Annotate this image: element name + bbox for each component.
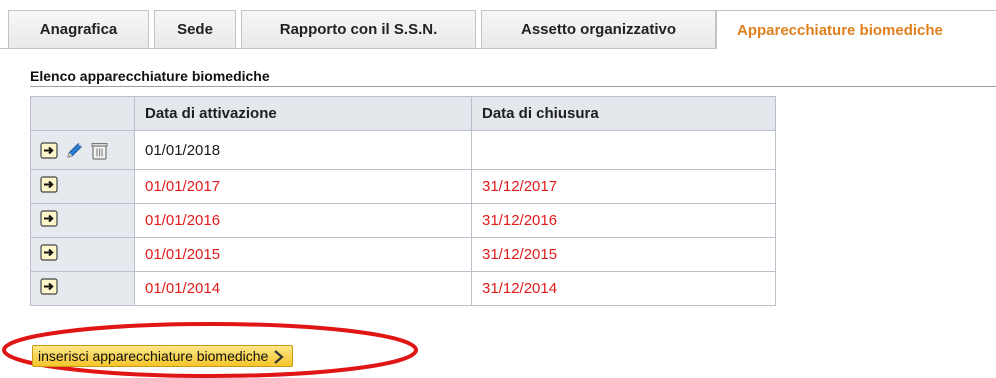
table-row: 01/01/2014 31/12/2014: [30, 271, 776, 306]
insert-equipment-button[interactable]: inserisci apparecchiature biomediche: [32, 345, 294, 367]
table-row: 01/01/2015 31/12/2015: [30, 237, 776, 272]
activation-date-cell: 01/01/2017: [134, 169, 472, 204]
edit-pencil-icon[interactable]: [64, 140, 85, 161]
row-actions: [30, 237, 135, 272]
detail-icon[interactable]: [39, 140, 60, 161]
table-header-row: Data di attivazione Data di chiusura: [30, 96, 776, 131]
tab-anagrafica[interactable]: Anagrafica: [8, 10, 149, 48]
column-header-closure-date: Data di chiusura: [471, 96, 776, 131]
tab-assetto-organizzativo[interactable]: Assetto organizzativo: [481, 10, 716, 48]
column-header-actions: [30, 96, 135, 131]
tab-apparecchiature-biomediche[interactable]: Apparecchiature biomediche: [716, 10, 996, 49]
row-actions: [30, 130, 135, 170]
detail-icon[interactable]: [39, 242, 60, 263]
activation-date-cell: 01/01/2018: [134, 130, 472, 170]
closure-date-cell: 31/12/2014: [471, 271, 776, 306]
closure-date-cell: [471, 130, 776, 170]
section-title: Elenco apparecchiature biomediche: [30, 68, 270, 84]
row-actions: [30, 271, 135, 306]
detail-icon[interactable]: [39, 174, 60, 195]
table-row: 01/01/2017 31/12/2017: [30, 169, 776, 204]
section-divider: [30, 86, 996, 87]
column-header-activation-date: Data di attivazione: [134, 96, 472, 131]
row-actions: [30, 203, 135, 238]
closure-date-cell: 31/12/2015: [471, 237, 776, 272]
equipment-table: Data di attivazione Data di chiusura 01/…: [30, 96, 776, 306]
activation-date-cell: 01/01/2014: [134, 271, 472, 306]
insert-button-label: inserisci apparecchiature biomediche: [38, 348, 269, 364]
closure-date-cell: 31/12/2016: [471, 203, 776, 238]
tab-bar: Anagrafica Sede Rapporto con il S.S.N. A…: [0, 0, 996, 49]
closure-date-cell: 31/12/2017: [471, 169, 776, 204]
tab-sede[interactable]: Sede: [154, 10, 236, 48]
activation-date-cell: 01/01/2016: [134, 203, 472, 238]
row-actions: [30, 169, 135, 204]
delete-trash-icon[interactable]: [89, 140, 110, 161]
table-row: 01/01/2016 31/12/2016: [30, 203, 776, 238]
tab-rapporto-ssn[interactable]: Rapporto con il S.S.N.: [241, 10, 476, 48]
activation-date-cell: 01/01/2015: [134, 237, 472, 272]
table-row: 01/01/2018: [30, 130, 776, 170]
chevron-right-icon: [272, 349, 286, 365]
detail-icon[interactable]: [39, 276, 60, 297]
detail-icon[interactable]: [39, 208, 60, 229]
